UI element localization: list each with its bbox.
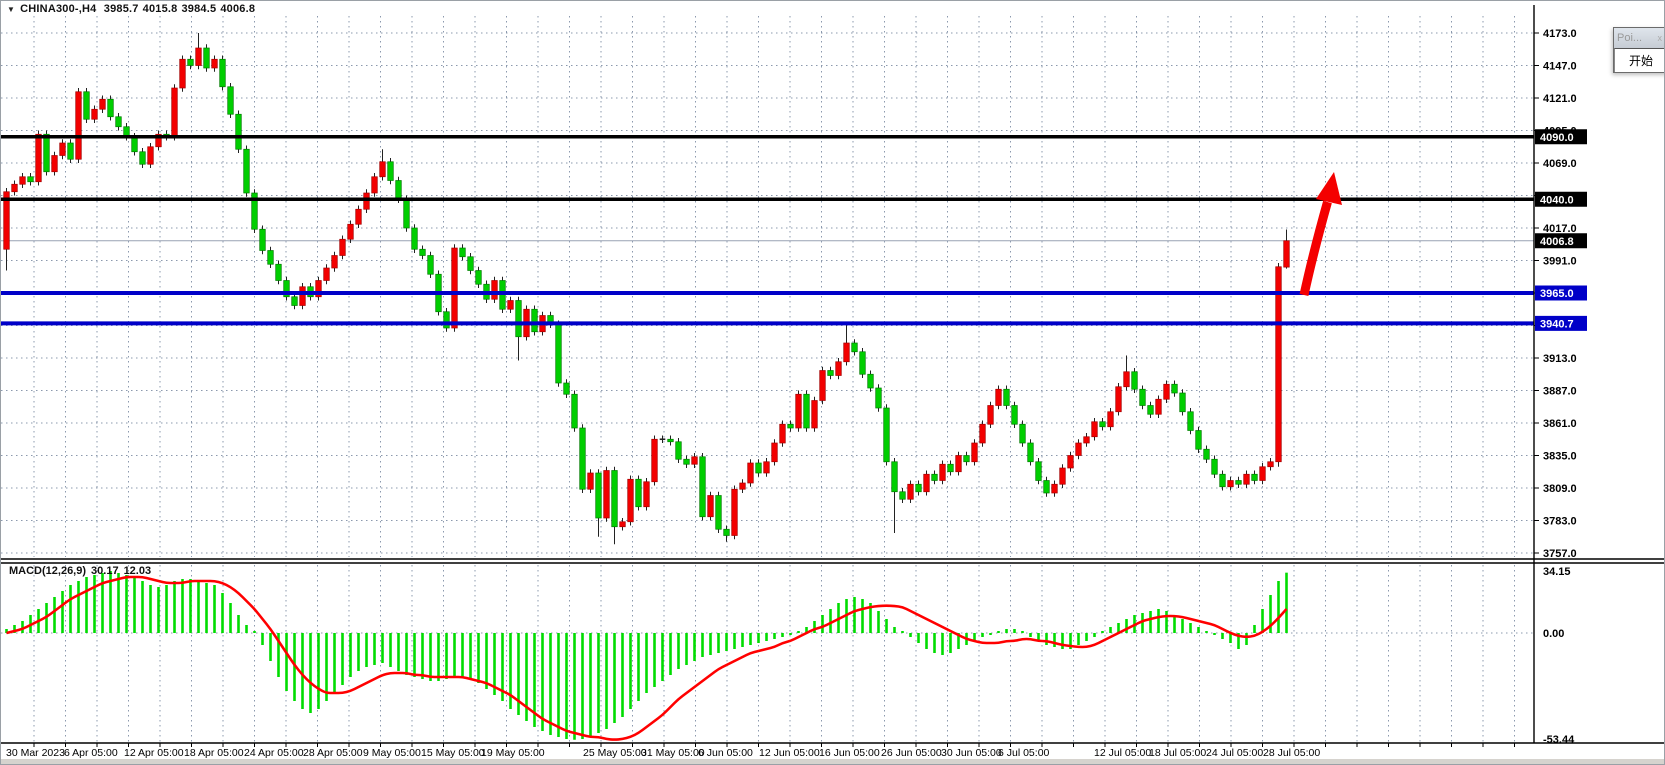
svg-text:30 Jun 05:00: 30 Jun 05:00 <box>941 747 1002 759</box>
svg-text:3757.0: 3757.0 <box>1543 548 1577 560</box>
svg-text:3991.0: 3991.0 <box>1543 256 1577 268</box>
svg-text:4040.0: 4040.0 <box>1540 194 1574 206</box>
svg-text:19 May 05:00: 19 May 05:00 <box>481 747 545 759</box>
svg-text:18 Apr 05:00: 18 Apr 05:00 <box>184 747 244 759</box>
chart-window: 4173.04147.04121.04095.04069.04043.04017… <box>0 0 1665 765</box>
window-bottom-edge <box>1 759 1665 765</box>
close-icon[interactable]: x <box>1656 33 1665 43</box>
macd-indicator-label: MACD(12,26,9) 30.17 12.03 <box>9 565 156 577</box>
macd-signal-value: 12.03 <box>124 565 152 577</box>
svg-text:4147.0: 4147.0 <box>1543 61 1577 73</box>
svg-text:6 Jun 05:00: 6 Jun 05:00 <box>698 747 753 759</box>
open-value: 3985.7 <box>104 3 139 15</box>
svg-text:16 Jun 05:00: 16 Jun 05:00 <box>819 747 880 759</box>
svg-text:26 Jun 05:00: 26 Jun 05:00 <box>881 747 942 759</box>
svg-text:4069.0: 4069.0 <box>1543 158 1577 170</box>
svg-text:28 Jul 05:00: 28 Jul 05:00 <box>1263 747 1320 759</box>
svg-text:3861.0: 3861.0 <box>1543 418 1577 430</box>
low-value: 3984.5 <box>181 3 216 15</box>
svg-text:12 Apr 05:00: 12 Apr 05:00 <box>124 747 184 759</box>
svg-text:3965.0: 3965.0 <box>1540 288 1574 300</box>
svg-text:4090.0: 4090.0 <box>1540 132 1574 144</box>
macd-main-value: 30.17 <box>91 565 119 577</box>
svg-text:3913.0: 3913.0 <box>1543 353 1577 365</box>
svg-text:9 May 05:00: 9 May 05:00 <box>363 747 421 759</box>
svg-text:3835.0: 3835.0 <box>1543 451 1577 463</box>
high-value: 4015.8 <box>143 3 178 15</box>
chevron-down-icon[interactable]: ▼ <box>7 5 15 14</box>
svg-text:3809.0: 3809.0 <box>1543 483 1577 495</box>
popup-titlebar[interactable]: Poi... x <box>1614 28 1665 48</box>
close-value: 4006.8 <box>220 3 255 15</box>
svg-text:12 Jun 05:00: 12 Jun 05:00 <box>759 747 820 759</box>
svg-text:15 May 05:00: 15 May 05:00 <box>421 747 485 759</box>
svg-text:-53.44: -53.44 <box>1543 734 1575 746</box>
svg-text:4017.0: 4017.0 <box>1543 223 1577 235</box>
svg-text:0.00: 0.00 <box>1543 628 1564 640</box>
svg-text:24 Apr 05:00: 24 Apr 05:00 <box>244 747 304 759</box>
svg-text:4006.8: 4006.8 <box>1540 236 1574 248</box>
svg-text:30 Mar 2023: 30 Mar 2023 <box>6 747 65 759</box>
svg-text:12 Jul 05:00: 12 Jul 05:00 <box>1094 747 1151 759</box>
svg-text:24 Jul 05:00: 24 Jul 05:00 <box>1206 747 1263 759</box>
svg-text:18 Jul 05:00: 18 Jul 05:00 <box>1149 747 1206 759</box>
svg-text:34.15: 34.15 <box>1543 566 1571 578</box>
svg-text:4121.0: 4121.0 <box>1543 93 1577 105</box>
svg-text:3887.0: 3887.0 <box>1543 386 1577 398</box>
start-button[interactable]: 开始 <box>1614 48 1665 72</box>
svg-text:31 May 05:00: 31 May 05:00 <box>641 747 705 759</box>
svg-text:6 Apr 05:00: 6 Apr 05:00 <box>64 747 118 759</box>
svg-text:3940.7: 3940.7 <box>1540 318 1574 330</box>
svg-text:25 May 05:00: 25 May 05:00 <box>583 747 647 759</box>
symbol-period-label: CHINA300-,H4 <box>20 3 96 15</box>
svg-text:3783.0: 3783.0 <box>1543 516 1577 528</box>
chart-title: ▼ CHINA300-,H4 3985.7 4015.83984.5 4006.8 <box>7 3 259 15</box>
svg-text:4173.0: 4173.0 <box>1543 28 1577 40</box>
popup-title: Poi... <box>1617 32 1642 44</box>
svg-text:6 Jul 05:00: 6 Jul 05:00 <box>998 747 1050 759</box>
macd-name: MACD(12,26,9) <box>9 565 86 577</box>
svg-text:28 Apr 05:00: 28 Apr 05:00 <box>303 747 363 759</box>
candlestick-chart[interactable]: 4173.04147.04121.04095.04069.04043.04017… <box>1 1 1665 765</box>
points-popup: Poi... x 开始 <box>1613 27 1665 73</box>
